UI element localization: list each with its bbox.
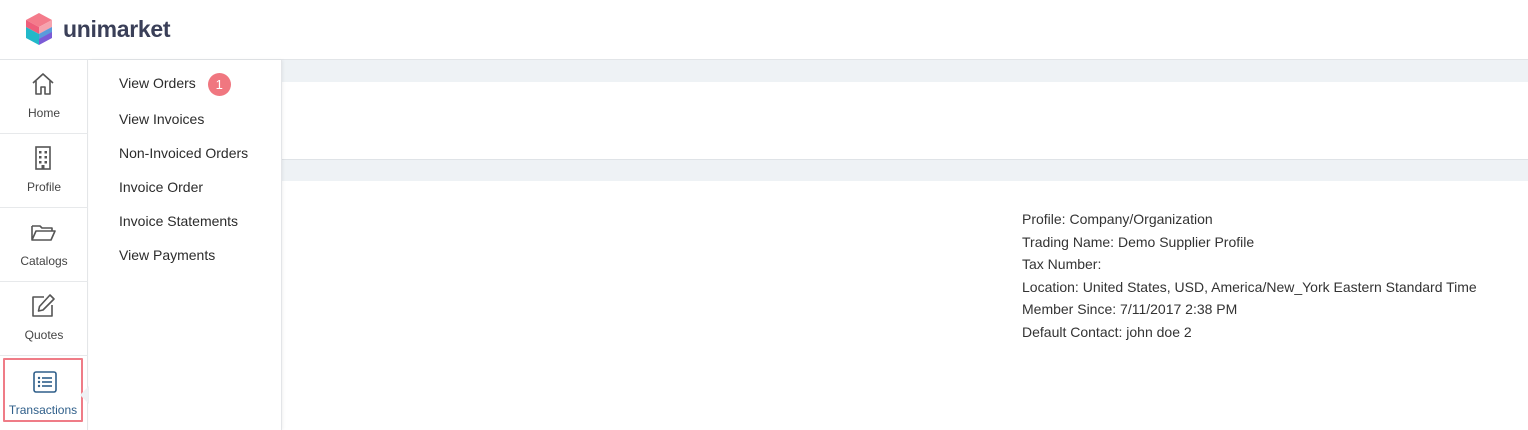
menu-view-invoices[interactable]: View Invoices <box>119 111 204 127</box>
location: Location: United States, USD, America/Ne… <box>1022 278 1477 295</box>
nav-quotes-label: Quotes <box>24 328 64 342</box>
menu-non-invoiced-orders[interactable]: Non-Invoiced Orders <box>119 145 248 161</box>
trading-name: Trading Name: Demo Supplier Profile <box>1022 233 1255 250</box>
nav-catalogs[interactable]: Catalogs <box>0 208 88 282</box>
tax-number: Tax Number: <box>1022 256 1102 272</box>
orders-count-badge: 1 <box>207 73 231 96</box>
flyout-pointer <box>80 386 89 404</box>
section-header-band-2 <box>282 159 1528 181</box>
default-contact: Default Contact: john doe 2 <box>1022 323 1192 340</box>
transactions-flyout-menu: View Orders 1 View Invoices Non-Invoiced … <box>89 60 282 430</box>
edit-icon <box>32 294 55 317</box>
menu-view-orders-label: View Orders <box>119 75 196 92</box>
left-nav-rail: Home Profile Catalogs Quotes Transaction… <box>0 60 88 430</box>
list-icon <box>33 371 57 393</box>
home-icon <box>32 73 54 95</box>
nav-profile[interactable]: Profile <box>0 134 88 208</box>
building-icon <box>35 146 51 170</box>
nav-home[interactable]: Home <box>0 60 88 134</box>
nav-profile-label: Profile <box>26 180 61 194</box>
member-since: Member Since: 7/11/2017 2:38 PM <box>1022 301 1238 317</box>
nav-transactions[interactable]: Transactions <box>3 358 83 422</box>
section-header-band <box>282 60 1528 82</box>
top-bar: unimarket <box>0 0 1528 60</box>
menu-invoice-statements[interactable]: Invoice Statements <box>119 213 238 229</box>
profile-info: Profile: Company/Organization Trading Na… <box>1022 208 1477 343</box>
menu-view-orders[interactable]: View Orders 1 <box>119 73 231 96</box>
menu-view-payments[interactable]: View Payments <box>119 247 215 263</box>
menu-invoice-order[interactable]: Invoice Order <box>119 179 203 195</box>
nav-catalogs-label: Catalogs <box>20 254 68 268</box>
folder-icon <box>31 225 56 241</box>
brand-name: unimarket <box>63 15 171 42</box>
nav-home-label: Home <box>27 106 60 120</box>
nav-transactions-label: Transactions <box>8 403 78 417</box>
unimarket-logo[interactable]: unimarket <box>24 12 171 46</box>
unimarket-logo-icon <box>26 13 52 45</box>
profile-type: Profile: Company/Organization <box>1022 211 1213 227</box>
nav-quotes[interactable]: Quotes <box>0 282 88 356</box>
